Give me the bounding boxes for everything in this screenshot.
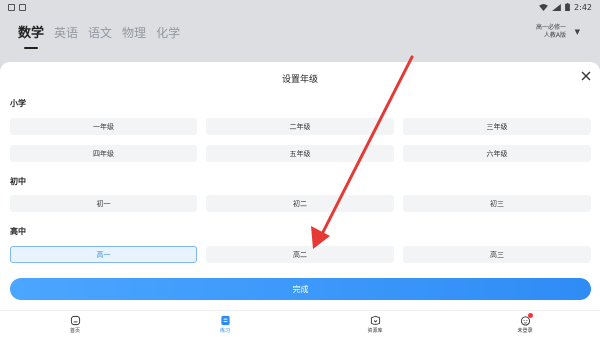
grade-button[interactable]: 五年级 bbox=[206, 145, 394, 162]
section-label-middle: 初中 bbox=[10, 177, 26, 186]
section-label-primary: 小学 bbox=[10, 99, 26, 108]
nav-label: 未登录 bbox=[517, 327, 533, 334]
bottom-nav: 首页 练习 资源库 未登录 bbox=[0, 310, 600, 337]
notification-badge bbox=[528, 313, 533, 318]
practice-icon bbox=[220, 315, 230, 325]
close-icon[interactable] bbox=[580, 70, 592, 82]
grade-button[interactable]: 一年级 bbox=[10, 118, 197, 135]
grade-button[interactable]: 四年级 bbox=[10, 145, 197, 162]
grade-dialog: 设置年级 小学 一年级 二年级 三年级 四年级 五年级 六年级 初中 初一 初二… bbox=[0, 62, 600, 310]
nav-item-resources[interactable]: 资源库 bbox=[300, 311, 450, 337]
grade-button[interactable]: 初三 bbox=[403, 195, 591, 212]
nav-label: 练习 bbox=[219, 327, 230, 334]
done-button[interactable]: 完成 bbox=[10, 278, 591, 300]
nav-item-practice[interactable]: 练习 bbox=[150, 311, 300, 337]
grade-button[interactable]: 初二 bbox=[206, 195, 394, 212]
grade-button-selected[interactable]: 高一 bbox=[10, 246, 197, 263]
nav-item-account[interactable]: 未登录 bbox=[450, 311, 600, 337]
grade-button[interactable]: 高二 bbox=[206, 246, 394, 263]
grade-button[interactable]: 二年级 bbox=[206, 118, 394, 135]
nav-label: 首页 bbox=[69, 327, 80, 334]
grade-button[interactable]: 六年级 bbox=[403, 145, 591, 162]
nav-label: 资源库 bbox=[367, 327, 383, 334]
nav-item-home[interactable]: 首页 bbox=[0, 311, 150, 337]
resource-icon bbox=[370, 315, 380, 325]
grade-button[interactable]: 高三 bbox=[403, 246, 591, 263]
home-icon bbox=[70, 315, 80, 325]
section-label-high: 高中 bbox=[10, 227, 26, 236]
grade-button[interactable]: 初一 bbox=[10, 195, 197, 212]
grade-button[interactable]: 三年级 bbox=[403, 118, 591, 135]
dialog-title: 设置年级 bbox=[281, 75, 318, 85]
